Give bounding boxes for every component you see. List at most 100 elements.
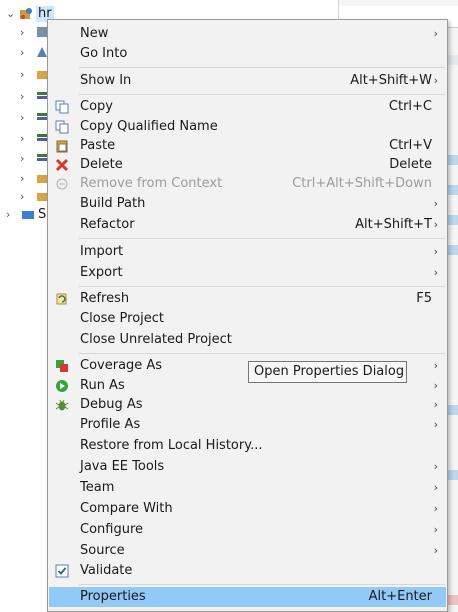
menu-item-shortcut: Alt+Shift+T: [355, 217, 432, 232]
menu-item-profile-as[interactable]: Profile As ›: [49, 415, 446, 435]
menu-item-shortcut: Alt+Shift+W: [350, 73, 432, 88]
menu-item-label: Copy: [80, 99, 113, 114]
menu-item-show-in[interactable]: Show In Alt+Shift+W ›: [49, 71, 446, 91]
menu-item-label: Close Project: [80, 311, 165, 326]
menu-item-label: Run As: [80, 378, 125, 393]
chevron-down-icon[interactable]: ⌄: [6, 7, 16, 21]
menu-item-shortcut: Delete: [389, 157, 432, 172]
menu-separator: [79, 353, 445, 354]
paste-icon: [55, 139, 69, 153]
chevron-right-icon[interactable]: ›: [20, 68, 30, 82]
menu-item-label: Go Into: [80, 46, 128, 61]
menu-item-label: Debug As: [80, 397, 143, 412]
menu-item-source[interactable]: Source ›: [49, 541, 446, 561]
validate-check-icon: [55, 564, 69, 578]
menu-item-label: Coverage As: [80, 358, 163, 373]
menu-item-import[interactable]: Import ›: [49, 242, 446, 262]
menu-item-export[interactable]: Export ›: [49, 263, 446, 283]
menu-item-restore-from-local-history[interactable]: Restore from Local History...: [49, 436, 446, 456]
tree-item[interactable]: ›: [0, 87, 48, 107]
chevron-right-icon[interactable]: ›: [20, 111, 30, 125]
submenu-arrow-icon: ›: [433, 418, 438, 431]
submenu-arrow-icon: ›: [433, 398, 438, 411]
tree-item[interactable]: ›: [0, 169, 48, 189]
menu-item-shortcut: Ctrl+V: [389, 138, 432, 153]
coverage-icon: [55, 359, 69, 373]
delete-icon: [55, 158, 69, 172]
menu-item-compare-with[interactable]: Compare With ›: [49, 499, 446, 519]
menu-item-label: Refresh: [80, 291, 130, 306]
menu-item-label: Configure: [80, 522, 144, 537]
submenu-arrow-icon: ›: [433, 218, 438, 231]
run-icon: [55, 379, 69, 393]
menu-item-label: Source: [80, 543, 125, 558]
menu-separator: [79, 286, 445, 287]
menu-item-new[interactable]: New ›: [49, 24, 446, 44]
tree-item-servers[interactable]: › S: [0, 205, 48, 225]
chevron-right-icon[interactable]: ›: [20, 190, 30, 204]
chevron-right-icon[interactable]: ›: [20, 152, 30, 166]
tree-item[interactable]: ›: [0, 23, 48, 43]
menu-item-shortcut: F5: [416, 291, 432, 306]
menu-separator: [79, 67, 445, 68]
menu-item-label: Export: [80, 265, 123, 280]
menu-item-label: Delete: [80, 157, 123, 172]
tree-item[interactable]: ›: [0, 108, 48, 128]
menu-item-label: Compare With: [80, 501, 173, 516]
chevron-right-icon[interactable]: ›: [6, 208, 16, 222]
menu-item-refresh[interactable]: Refresh F5: [49, 289, 446, 309]
context-menu: New › Go Into Show In Alt+Shift+W › Copy…: [47, 19, 448, 612]
menu-item-shortcut: Alt+Enter: [368, 589, 432, 604]
tree-item[interactable]: ›: [0, 129, 48, 149]
menu-item-paste[interactable]: Paste Ctrl+V: [49, 136, 446, 156]
tree-item[interactable]: ›: [0, 187, 48, 207]
remove-context-icon: [55, 177, 69, 191]
menu-item-team[interactable]: Team ›: [49, 478, 446, 498]
submenu-arrow-icon: ›: [433, 245, 438, 258]
menu-item-close-unrelated-project[interactable]: Close Unrelated Project: [49, 330, 446, 350]
submenu-arrow-icon: ›: [433, 523, 438, 536]
menu-item-label: Show In: [80, 73, 132, 88]
tree-item[interactable]: ›: [0, 65, 48, 85]
submenu-arrow-icon: ›: [433, 197, 438, 210]
submenu-arrow-icon: ›: [433, 266, 438, 279]
tree-item[interactable]: ›: [0, 43, 48, 63]
refresh-icon: [55, 292, 69, 306]
submenu-arrow-icon: ›: [433, 502, 438, 515]
menu-item-remove-from-context[interactable]: Remove from Context Ctrl+Alt+Shift+Down: [49, 174, 446, 194]
menu-item-copy[interactable]: Copy Ctrl+C: [49, 97, 446, 117]
debug-icon: [55, 398, 69, 412]
menu-item-label: Paste: [80, 138, 116, 153]
chevron-right-icon[interactable]: ›: [20, 172, 30, 186]
menu-item-build-path[interactable]: Build Path ›: [49, 194, 446, 214]
menu-item-label: Refactor: [80, 217, 135, 232]
submenu-arrow-icon: ›: [433, 27, 438, 40]
chevron-right-icon[interactable]: ›: [20, 90, 30, 104]
menu-item-label: Close Unrelated Project: [80, 332, 232, 347]
menu-item-properties[interactable]: Properties Alt+Enter: [49, 587, 446, 607]
menu-item-debug-as[interactable]: Debug As ›: [49, 395, 446, 415]
menu-item-label: Validate: [80, 563, 133, 578]
chevron-right-icon[interactable]: ›: [20, 26, 30, 40]
menu-item-close-project[interactable]: Close Project: [49, 309, 446, 329]
tree-item-root-project[interactable]: ⌄ hr: [0, 4, 54, 24]
menu-item-copy-qualified-name[interactable]: Copy Qualified Name: [49, 117, 446, 137]
menu-item-configure[interactable]: Configure ›: [49, 520, 446, 540]
chevron-right-icon[interactable]: ›: [20, 132, 30, 146]
menu-item-label: Java EE Tools: [80, 459, 165, 474]
chevron-right-icon[interactable]: ›: [20, 46, 30, 60]
copy-qualified-icon: [55, 120, 69, 134]
menu-item-label: Copy Qualified Name: [80, 119, 218, 134]
menu-item-delete[interactable]: Delete Delete: [49, 155, 446, 175]
menu-item-go-into[interactable]: Go Into: [49, 44, 446, 64]
submenu-arrow-icon: ›: [433, 460, 438, 473]
tooltip: Open Properties Dialog: [248, 361, 407, 383]
menu-item-label: Import: [80, 244, 124, 259]
menu-item-label: Remove from Context: [80, 176, 223, 191]
menu-item-refactor[interactable]: Refactor Alt+Shift+T ›: [49, 215, 446, 235]
project-icon: [19, 7, 32, 19]
servers-label: S: [38, 207, 47, 222]
tree-item[interactable]: ›: [0, 149, 48, 169]
menu-item-java-ee-tools[interactable]: Java EE Tools ›: [49, 457, 446, 477]
menu-item-validate[interactable]: Validate: [49, 561, 446, 581]
